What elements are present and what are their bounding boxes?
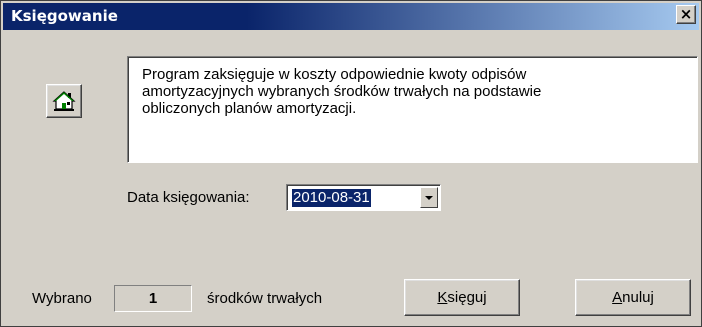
close-icon: ×	[679, 5, 693, 23]
selected-count: 1	[114, 285, 192, 312]
description-panel: Program zaksięguje w koszty odpowiednie …	[127, 56, 698, 163]
assets-label: środków trwałych	[207, 290, 323, 307]
posting-date-value[interactable]: 2010-08-31	[291, 188, 372, 208]
home-button[interactable]	[46, 84, 82, 118]
cancel-button-label: nuluj	[622, 289, 654, 306]
posting-date-label: Data księgowania:	[127, 189, 250, 206]
home-icon	[52, 91, 76, 111]
close-button[interactable]: ×	[676, 5, 696, 24]
selected-label: Wybrano	[32, 290, 92, 307]
post-button[interactable]: Księguj	[404, 279, 520, 316]
chevron-down-icon[interactable]	[420, 187, 438, 208]
post-button-label: sięguj	[447, 289, 487, 306]
cancel-button[interactable]: Anuluj	[575, 279, 691, 316]
title-bar[interactable]: Księgowanie ×	[3, 3, 699, 30]
cancel-button-mnemonic: A	[612, 289, 623, 306]
window-title: Księgowanie	[11, 7, 118, 25]
post-button-mnemonic: K	[437, 289, 448, 306]
posting-date-combo[interactable]: 2010-08-31	[286, 184, 441, 211]
description-text: Program zaksięguje w koszty odpowiednie …	[142, 66, 542, 117]
posting-dialog: Księgowanie × Program zaksięguje w koszt…	[0, 0, 702, 327]
